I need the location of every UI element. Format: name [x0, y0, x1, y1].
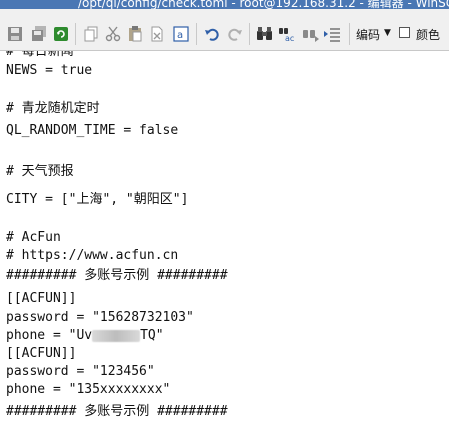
select-all-button[interactable]: a: [172, 25, 190, 43]
redo-icon: [228, 28, 242, 41]
replace-icon: ac: [279, 28, 294, 42]
window-title-bar: /opt/ql/config/check.toml - root@192.168…: [0, 0, 449, 9]
color-checkbox[interactable]: [399, 27, 410, 38]
editor-line: # 青龙随机定时: [6, 101, 100, 116]
cut-button[interactable]: [104, 25, 122, 43]
encoding-menu-label[interactable]: 编码: [356, 26, 380, 43]
find-button[interactable]: [256, 25, 274, 43]
color-menu-label[interactable]: 颜色: [416, 26, 440, 43]
go-to-line-button[interactable]: [324, 25, 342, 43]
reload-icon: [54, 27, 68, 41]
editor-line: NEWS = true: [6, 63, 93, 78]
binoculars-icon: [257, 27, 272, 40]
editor-line: CITY = ["上海", "朝阳区"]: [6, 192, 189, 207]
editor-line: # AcFun: [6, 230, 61, 245]
reload-button[interactable]: [52, 25, 70, 43]
find-next-icon: [303, 30, 319, 42]
editor-line: # 天气预报: [6, 164, 74, 179]
editor-line: # 每日新闻: [6, 51, 74, 59]
save-button[interactable]: [6, 25, 24, 43]
save-all-icon: [32, 26, 46, 41]
editor-line: [[ACFUN]]: [6, 291, 77, 306]
go-to-line-icon: [324, 28, 340, 42]
phone-prefix: phone = "Uv: [6, 328, 93, 343]
select-all-icon: a: [173, 26, 189, 42]
delete-icon: [151, 26, 163, 42]
svg-text:a: a: [177, 30, 183, 41]
encoding-dropdown-arrow-icon[interactable]: ▼: [384, 28, 391, 38]
phone-suffix: TQ": [140, 328, 164, 343]
save-icon: [8, 27, 22, 41]
editor-line: ######### 多账号示例 #########: [6, 404, 228, 419]
replace-button[interactable]: ac: [278, 25, 296, 43]
undo-button[interactable]: [203, 25, 221, 43]
redo-button[interactable]: [226, 25, 244, 43]
find-next-button[interactable]: [302, 25, 320, 43]
editor-line: password = "123456": [6, 364, 155, 379]
text-editor[interactable]: # 每日新闻 NEWS = true # 青龙随机定时 QL_RANDOM_TI…: [0, 51, 449, 444]
save-all-button[interactable]: [30, 25, 48, 43]
editor-line: [[ACFUN]]: [6, 346, 77, 361]
window-title: /opt/ql/config/check.toml - root@192.168…: [78, 0, 449, 9]
delete-button[interactable]: [148, 25, 166, 43]
paste-icon: [129, 26, 142, 42]
editor-line: password = "15628732103": [6, 310, 194, 325]
redacted-text: [92, 329, 141, 342]
svg-text:ac: ac: [285, 34, 294, 42]
scissors-icon: [105, 26, 121, 42]
editor-toolbar: a ac 编码 ▼ 颜色: [0, 9, 449, 51]
editor-line: phone = "135xxxxxxxx": [6, 382, 171, 397]
editor-line: ######### 多账号示例 #########: [6, 268, 228, 283]
paste-button[interactable]: [126, 25, 144, 43]
editor-line: # https://www.acfun.cn: [6, 248, 179, 263]
editor-line: phone = "Uv TQ": [6, 327, 164, 345]
copy-button[interactable]: [82, 25, 100, 43]
copy-icon: [84, 26, 98, 42]
editor-line: QL_RANDOM_TIME = false: [6, 123, 179, 138]
undo-icon: [205, 28, 219, 41]
